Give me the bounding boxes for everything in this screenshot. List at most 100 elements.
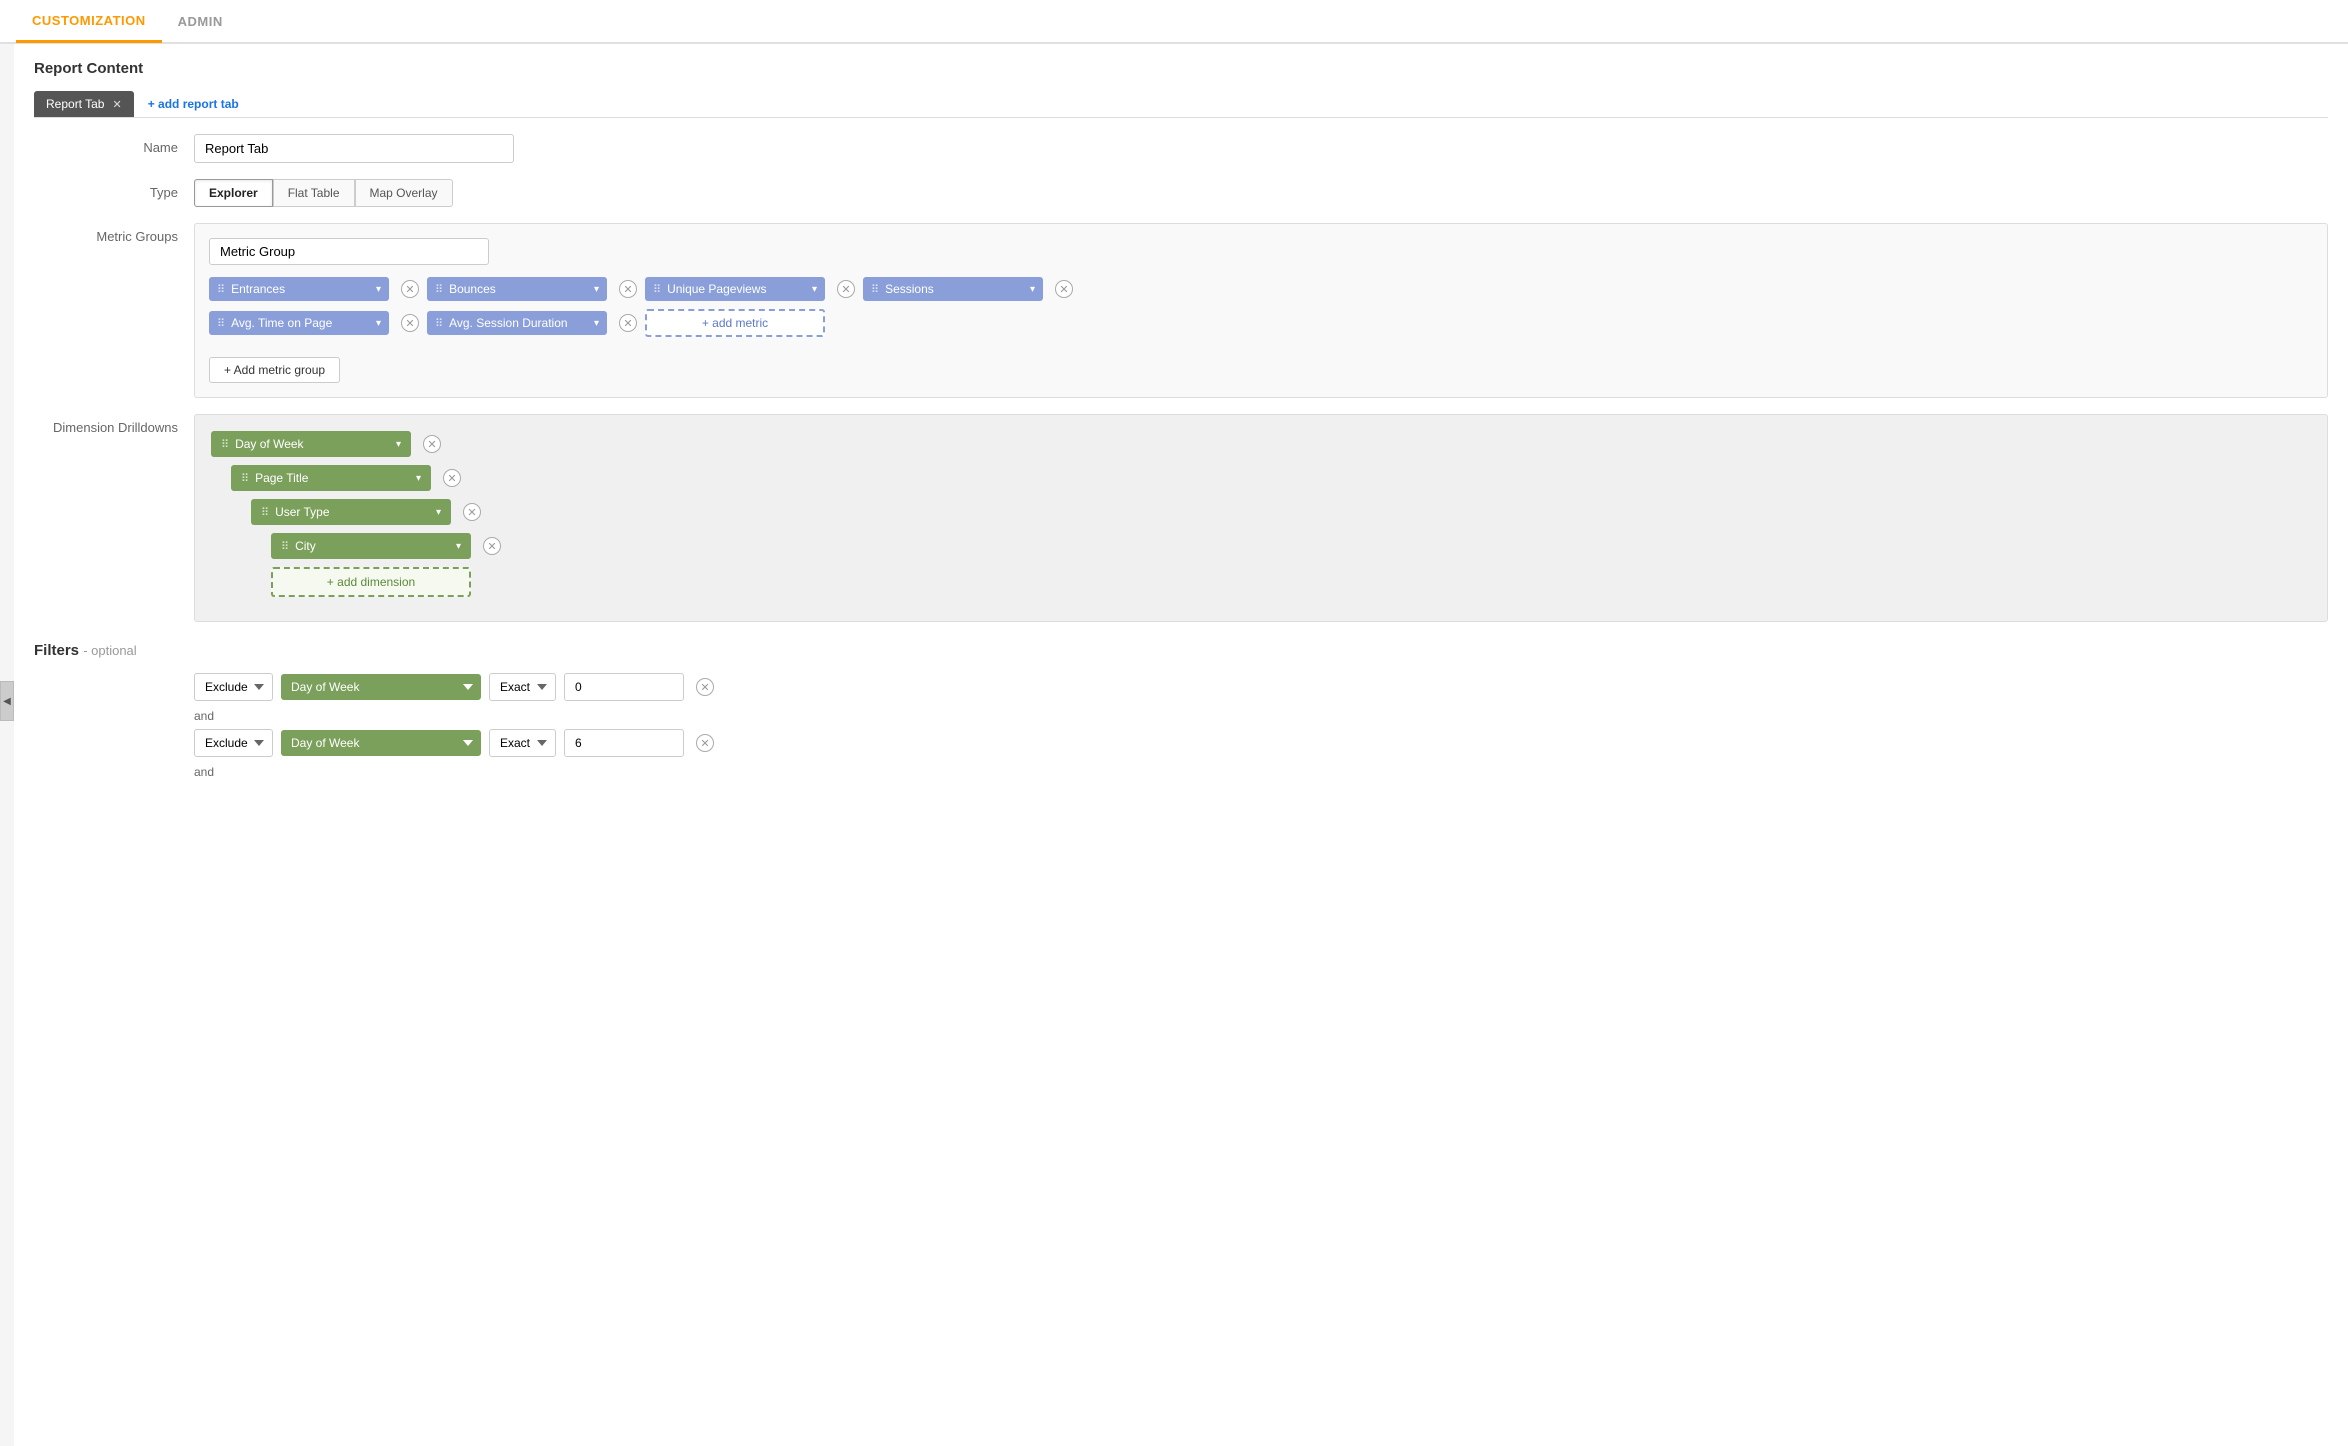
filter-1-remove-button[interactable]: ✕ <box>696 678 714 696</box>
drag-handle-icon: ⠿ <box>871 283 879 296</box>
type-map-overlay-button[interactable]: Map Overlay <box>355 179 453 207</box>
metrics-row-1: ⠿ Entrances ▾ ✕ ⠿ Bounces ▾ ✕ ⠿ Unique P… <box>209 277 2313 301</box>
dimension-row-1: ⠿ Page Title ▾ ✕ <box>211 465 2311 491</box>
remove-unique-pageviews-button[interactable]: ✕ <box>837 280 855 298</box>
remove-avg-session-button[interactable]: ✕ <box>619 314 637 332</box>
dimension-control-area: ⠿ Day of Week ▾ ✕ ⠿ Page Title ▾ <box>194 414 2328 622</box>
dimension-drilldowns-row: Dimension Drilldowns ⠿ Day of Week ▾ ✕ <box>34 414 2328 622</box>
add-metric-group-button[interactable]: + Add metric group <box>209 357 340 383</box>
dimension-page-title-label: Page Title <box>255 471 410 485</box>
filters-section: Filters - optional Exclude Day of Week E… <box>34 642 2328 779</box>
add-metric-button[interactable]: + add metric <box>645 309 825 337</box>
filter-row-1: Exclude Day of Week Exact ✕ <box>194 673 2328 701</box>
filters-title: Filters - optional <box>34 642 2328 659</box>
drag-handle-icon: ⠿ <box>653 283 661 296</box>
metric-avg-time-pill[interactable]: ⠿ Avg. Time on Page ▾ <box>209 311 389 335</box>
filter-row-2: Exclude Day of Week Exact ✕ <box>194 729 2328 757</box>
type-control-area: Explorer Flat Table Map Overlay <box>194 179 2328 207</box>
metric-unique-pageviews-pill[interactable]: ⠿ Unique Pageviews ▾ <box>645 277 825 301</box>
filter-2-match-select[interactable]: Exact <box>489 729 556 757</box>
remove-page-title-button[interactable]: ✕ <box>443 469 461 487</box>
dimension-row-3: ⠿ City ▾ ✕ <box>211 533 2311 559</box>
remove-bounces-button[interactable]: ✕ <box>619 280 637 298</box>
dimension-city-pill[interactable]: ⠿ City ▾ <box>271 533 471 559</box>
metrics-row-2: ⠿ Avg. Time on Page ▾ ✕ ⠿ Avg. Session D… <box>209 309 2313 337</box>
metric-unique-pageviews-label: Unique Pageviews <box>667 282 806 296</box>
metric-sessions-label: Sessions <box>885 282 1024 296</box>
type-explorer-button[interactable]: Explorer <box>194 179 273 207</box>
metric-avg-session-pill[interactable]: ⠿ Avg. Session Duration ▾ <box>427 311 607 335</box>
metric-entrances-label: Entrances <box>231 282 370 296</box>
type-flat-table-button[interactable]: Flat Table <box>273 179 355 207</box>
filter-1-match-select[interactable]: Exact <box>489 673 556 701</box>
drag-handle-icon: ⠿ <box>281 540 289 553</box>
metric-groups-label: Metric Groups <box>34 223 194 244</box>
filter-1-exclude-select[interactable]: Exclude <box>194 673 273 701</box>
add-dimension-button[interactable]: + add dimension <box>271 567 471 597</box>
filter-and-label-2: and <box>194 765 2328 779</box>
nav-admin[interactable]: ADMIN <box>162 2 239 41</box>
filter-1-dimension-select[interactable]: Day of Week <box>281 674 481 700</box>
metric-group-name-input[interactable] <box>209 238 489 265</box>
remove-sessions-button[interactable]: ✕ <box>1055 280 1073 298</box>
metric-entrances-dropdown-icon[interactable]: ▾ <box>376 284 381 295</box>
dimension-user-type-dropdown-icon[interactable]: ▾ <box>436 507 441 518</box>
metric-bounces-pill[interactable]: ⠿ Bounces ▾ <box>427 277 607 301</box>
report-tab-close-icon[interactable]: ✕ <box>112 98 121 111</box>
drag-handle-icon: ⠿ <box>435 317 443 330</box>
nav-customization[interactable]: CUSTOMIZATION <box>16 1 162 43</box>
remove-entrances-button[interactable]: ✕ <box>401 280 419 298</box>
report-content-title: Report Content <box>34 60 2328 77</box>
add-report-tab-button[interactable]: + add report tab <box>138 91 249 117</box>
metric-avg-time-dropdown-icon[interactable]: ▾ <box>376 318 381 329</box>
dimension-row-0: ⠿ Day of Week ▾ ✕ <box>211 431 2311 457</box>
name-label: Name <box>34 134 194 155</box>
metric-groups-container: ⠿ Entrances ▾ ✕ ⠿ Bounces ▾ ✕ ⠿ Unique P… <box>194 223 2328 398</box>
filter-2-dimension-select[interactable]: Day of Week <box>281 730 481 756</box>
remove-city-button[interactable]: ✕ <box>483 537 501 555</box>
dimension-city-dropdown-icon[interactable]: ▾ <box>456 541 461 552</box>
filter-2-exclude-select[interactable]: Exclude <box>194 729 273 757</box>
metric-sessions-dropdown-icon[interactable]: ▾ <box>1030 284 1035 295</box>
drag-handle-icon: ⠿ <box>261 506 269 519</box>
dimension-page-title-pill[interactable]: ⠿ Page Title ▾ <box>231 465 431 491</box>
dimension-row-2: ⠿ User Type ▾ ✕ <box>211 499 2311 525</box>
name-control-area <box>194 134 2328 163</box>
type-label: Type <box>34 179 194 200</box>
remove-user-type-button[interactable]: ✕ <box>463 503 481 521</box>
filter-2-remove-button[interactable]: ✕ <box>696 734 714 752</box>
report-tab-label: Report Tab <box>46 97 104 111</box>
metric-entrances-pill[interactable]: ⠿ Entrances ▾ <box>209 277 389 301</box>
drag-handle-icon: ⠿ <box>217 283 225 296</box>
main-content: Report Content Report Tab ✕ + add report… <box>14 44 2348 1446</box>
filter-2-value-input[interactable] <box>564 729 684 757</box>
remove-avg-time-button[interactable]: ✕ <box>401 314 419 332</box>
metric-groups-control-area: ⠿ Entrances ▾ ✕ ⠿ Bounces ▾ ✕ ⠿ Unique P… <box>194 223 2328 398</box>
metric-avg-time-label: Avg. Time on Page <box>231 316 370 330</box>
filters-optional-text: - optional <box>83 643 136 658</box>
metric-avg-session-dropdown-icon[interactable]: ▾ <box>594 318 599 329</box>
type-row: Type Explorer Flat Table Map Overlay <box>34 179 2328 207</box>
remove-day-of-week-button[interactable]: ✕ <box>423 435 441 453</box>
name-input[interactable] <box>194 134 514 163</box>
filters-title-text: Filters <box>34 642 79 659</box>
filter-1-value-input[interactable] <box>564 673 684 701</box>
metric-groups-row: Metric Groups ⠿ Entrances ▾ ✕ ⠿ Bounces … <box>34 223 2328 398</box>
metric-unique-pageviews-dropdown-icon[interactable]: ▾ <box>812 284 817 295</box>
metric-bounces-dropdown-icon[interactable]: ▾ <box>594 284 599 295</box>
dimension-page-title-dropdown-icon[interactable]: ▾ <box>416 473 421 484</box>
dimension-user-type-label: User Type <box>275 505 430 519</box>
top-navigation: CUSTOMIZATION ADMIN <box>0 0 2348 44</box>
dimension-day-of-week-dropdown-icon[interactable]: ▾ <box>396 439 401 450</box>
dimension-day-of-week-pill[interactable]: ⠿ Day of Week ▾ <box>211 431 411 457</box>
drag-handle-icon: ⠿ <box>241 472 249 485</box>
dimension-day-of-week-label: Day of Week <box>235 437 390 451</box>
dimension-user-type-pill[interactable]: ⠿ User Type ▾ <box>251 499 451 525</box>
metric-sessions-pill[interactable]: ⠿ Sessions ▾ <box>863 277 1043 301</box>
dimension-city-label: City <box>295 539 450 553</box>
sidebar-toggle[interactable]: ◀ <box>0 681 14 721</box>
filter-and-label-1: and <box>194 709 2328 723</box>
report-tab-active[interactable]: Report Tab ✕ <box>34 91 134 117</box>
metric-bounces-label: Bounces <box>449 282 588 296</box>
report-tabs-bar: Report Tab ✕ + add report tab <box>34 91 2328 118</box>
